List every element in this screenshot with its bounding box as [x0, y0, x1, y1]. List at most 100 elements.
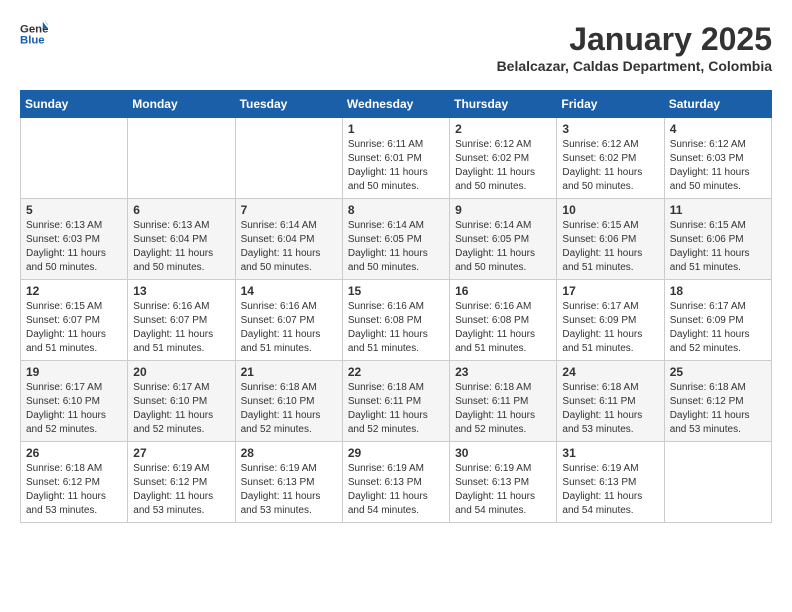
day-info: Sunrise: 6:18 AM Sunset: 6:12 PM Dayligh…: [26, 462, 122, 518]
week-row-1: 1Sunrise: 6:11 AM Sunset: 6:01 PM Daylig…: [21, 118, 772, 199]
day-number: 10: [562, 203, 658, 217]
day-info: Sunrise: 6:19 AM Sunset: 6:13 PM Dayligh…: [348, 462, 444, 518]
weekday-header-wednesday: Wednesday: [342, 91, 449, 118]
day-number: 17: [562, 284, 658, 298]
weekday-header-monday: Monday: [128, 91, 235, 118]
calendar-cell: 2Sunrise: 6:12 AM Sunset: 6:02 PM Daylig…: [450, 118, 557, 199]
calendar-cell: 17 Sunrise: 6:17 AM Sunset: 6:09 PM Dayli…: [557, 280, 664, 361]
day-number: 18: [670, 284, 766, 298]
week-row-5: 26Sunrise: 6:18 AM Sunset: 6:12 PM Dayli…: [21, 442, 772, 523]
day-info: Sunrise: 6:18 AM Sunset: 6:11 PM Dayligh…: [455, 381, 551, 437]
day-number: 6: [133, 203, 229, 217]
month-title: January 2025: [497, 20, 772, 58]
day-info: Sunrise: 6:17 AM Sunset: 6:09 PM Dayligh…: [562, 300, 658, 356]
day-number: 9: [455, 203, 551, 217]
svg-text:Blue: Blue: [20, 35, 45, 47]
day-info: Sunrise: 6:19 AM Sunset: 6:13 PM Dayligh…: [241, 462, 337, 518]
calendar-cell: 12Sunrise: 6:15 AM Sunset: 6:07 PM Dayli…: [21, 280, 128, 361]
page-header: General Blue January 2025 Belalcazar, Ca…: [20, 20, 772, 74]
weekday-header-saturday: Saturday: [664, 91, 771, 118]
day-info: Sunrise: 6:18 AM Sunset: 6:10 PM Dayligh…: [241, 381, 337, 437]
day-info: Sunrise: 6:18 AM Sunset: 6:11 PM Dayligh…: [562, 381, 658, 437]
calendar-cell: 22Sunrise: 6:18 AM Sunset: 6:11 PM Dayli…: [342, 361, 449, 442]
weekday-header-friday: Friday: [557, 91, 664, 118]
day-number: 3: [562, 122, 658, 136]
day-info: Sunrise: 6:15 AM Sunset: 6:07 PM Dayligh…: [26, 300, 122, 356]
calendar-cell: 1Sunrise: 6:11 AM Sunset: 6:01 PM Daylig…: [342, 118, 449, 199]
location: Belalcazar, Caldas Department, Colombia: [497, 58, 772, 74]
day-info: Sunrise: 6:12 AM Sunset: 6:03 PM Dayligh…: [670, 138, 766, 194]
calendar-cell: 14 Sunrise: 6:16 AM Sunset: 6:07 PM Dayli…: [235, 280, 342, 361]
title-block: January 2025 Belalcazar, Caldas Departme…: [497, 20, 772, 74]
calendar-cell: 18Sunrise: 6:17 AM Sunset: 6:09 PM Dayli…: [664, 280, 771, 361]
weekday-header-row: SundayMondayTuesdayWednesdayThursdayFrid…: [21, 91, 772, 118]
calendar-cell: 19 Sunrise: 6:17 AM Sunset: 6:10 PM Dayli…: [21, 361, 128, 442]
calendar-cell: [128, 118, 235, 199]
day-number: 20: [133, 365, 229, 379]
day-info: Sunrise: 6:16 AM Sunset: 6:07 PM Dayligh…: [241, 300, 337, 356]
calendar-cell: 31Sunrise: 6:19 AM Sunset: 6:13 PM Dayli…: [557, 442, 664, 523]
day-number: 16: [455, 284, 551, 298]
day-info: Sunrise: 6:16 AM Sunset: 6:07 PM Dayligh…: [133, 300, 229, 356]
weekday-header-tuesday: Tuesday: [235, 91, 342, 118]
calendar-cell: 30 Sunrise: 6:19 AM Sunset: 6:13 PM Dayli…: [450, 442, 557, 523]
week-row-3: 12Sunrise: 6:15 AM Sunset: 6:07 PM Dayli…: [21, 280, 772, 361]
calendar-cell: 7 Sunrise: 6:14 AM Sunset: 6:04 PM Daylig…: [235, 199, 342, 280]
day-info: Sunrise: 6:14 AM Sunset: 6:05 PM Dayligh…: [348, 219, 444, 275]
day-info: Sunrise: 6:12 AM Sunset: 6:02 PM Dayligh…: [455, 138, 551, 194]
day-number: 7: [241, 203, 337, 217]
calendar-cell: 26Sunrise: 6:18 AM Sunset: 6:12 PM Dayli…: [21, 442, 128, 523]
day-info: Sunrise: 6:16 AM Sunset: 6:08 PM Dayligh…: [348, 300, 444, 356]
week-row-4: 19 Sunrise: 6:17 AM Sunset: 6:10 PM Dayli…: [21, 361, 772, 442]
calendar-cell: 25Sunrise: 6:18 AM Sunset: 6:12 PM Dayli…: [664, 361, 771, 442]
day-number: 11: [670, 203, 766, 217]
calendar-cell: 20 Sunrise: 6:17 AM Sunset: 6:10 PM Dayli…: [128, 361, 235, 442]
day-info: Sunrise: 6:17 AM Sunset: 6:10 PM Dayligh…: [133, 381, 229, 437]
day-number: 8: [348, 203, 444, 217]
day-info: Sunrise: 6:18 AM Sunset: 6:11 PM Dayligh…: [348, 381, 444, 437]
day-number: 14: [241, 284, 337, 298]
calendar-cell: 3 Sunrise: 6:12 AM Sunset: 6:02 PM Daylig…: [557, 118, 664, 199]
day-number: 29: [348, 446, 444, 460]
calendar-cell: 27 Sunrise: 6:19 AM Sunset: 6:12 PM Dayli…: [128, 442, 235, 523]
day-info: Sunrise: 6:19 AM Sunset: 6:13 PM Dayligh…: [562, 462, 658, 518]
calendar-cell: 4 Sunrise: 6:12 AM Sunset: 6:03 PM Daylig…: [664, 118, 771, 199]
calendar-cell: 21Sunrise: 6:18 AM Sunset: 6:10 PM Dayli…: [235, 361, 342, 442]
week-row-2: 5 Sunrise: 6:13 AM Sunset: 6:03 PM Daylig…: [21, 199, 772, 280]
day-number: 15: [348, 284, 444, 298]
calendar-cell: 24Sunrise: 6:18 AM Sunset: 6:11 PM Dayli…: [557, 361, 664, 442]
day-info: Sunrise: 6:14 AM Sunset: 6:05 PM Dayligh…: [455, 219, 551, 275]
calendar-cell: 16 Sunrise: 6:16 AM Sunset: 6:08 PM Dayli…: [450, 280, 557, 361]
calendar-cell: 11Sunrise: 6:15 AM Sunset: 6:06 PM Dayli…: [664, 199, 771, 280]
day-number: 1: [348, 122, 444, 136]
day-number: 28: [241, 446, 337, 460]
calendar-cell: [664, 442, 771, 523]
day-info: Sunrise: 6:19 AM Sunset: 6:13 PM Dayligh…: [455, 462, 551, 518]
day-info: Sunrise: 6:13 AM Sunset: 6:03 PM Dayligh…: [26, 219, 122, 275]
day-number: 27: [133, 446, 229, 460]
day-info: Sunrise: 6:15 AM Sunset: 6:06 PM Dayligh…: [562, 219, 658, 275]
calendar-cell: [21, 118, 128, 199]
weekday-header-sunday: Sunday: [21, 91, 128, 118]
calendar-cell: 8 Sunrise: 6:14 AM Sunset: 6:05 PM Daylig…: [342, 199, 449, 280]
calendar-cell: 6 Sunrise: 6:13 AM Sunset: 6:04 PM Daylig…: [128, 199, 235, 280]
day-info: Sunrise: 6:19 AM Sunset: 6:12 PM Dayligh…: [133, 462, 229, 518]
calendar-table: SundayMondayTuesdayWednesdayThursdayFrid…: [20, 90, 772, 523]
logo-icon: General Blue: [20, 20, 48, 53]
day-number: 5: [26, 203, 122, 217]
calendar-cell: 23Sunrise: 6:18 AM Sunset: 6:11 PM Dayli…: [450, 361, 557, 442]
day-number: 13: [133, 284, 229, 298]
day-info: Sunrise: 6:13 AM Sunset: 6:04 PM Dayligh…: [133, 219, 229, 275]
calendar-cell: [235, 118, 342, 199]
calendar-cell: 9 Sunrise: 6:14 AM Sunset: 6:05 PM Daylig…: [450, 199, 557, 280]
day-info: Sunrise: 6:16 AM Sunset: 6:08 PM Dayligh…: [455, 300, 551, 356]
calendar-cell: 15 Sunrise: 6:16 AM Sunset: 6:08 PM Dayli…: [342, 280, 449, 361]
day-number: 4: [670, 122, 766, 136]
day-number: 19: [26, 365, 122, 379]
calendar-cell: 13 Sunrise: 6:16 AM Sunset: 6:07 PM Dayli…: [128, 280, 235, 361]
day-info: Sunrise: 6:17 AM Sunset: 6:10 PM Dayligh…: [26, 381, 122, 437]
day-info: Sunrise: 6:12 AM Sunset: 6:02 PM Dayligh…: [562, 138, 658, 194]
day-info: Sunrise: 6:14 AM Sunset: 6:04 PM Dayligh…: [241, 219, 337, 275]
calendar-cell: 29 Sunrise: 6:19 AM Sunset: 6:13 PM Dayli…: [342, 442, 449, 523]
day-number: 30: [455, 446, 551, 460]
